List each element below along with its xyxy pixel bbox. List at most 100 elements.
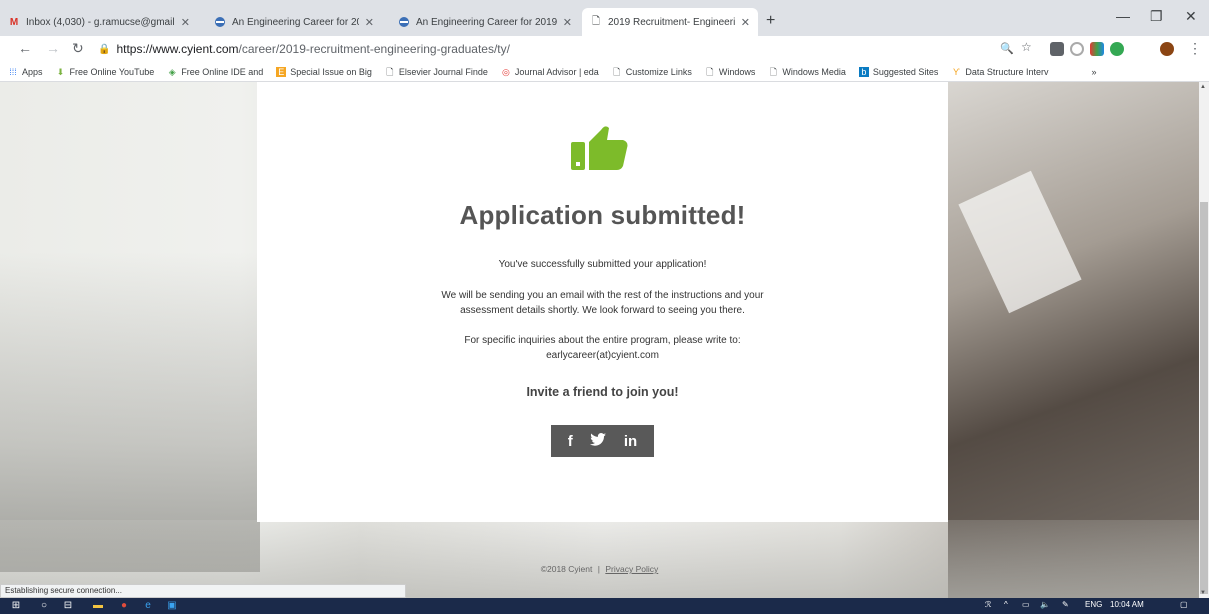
email-info-line-2: assessment details shortly. We look forw… [460,305,745,316]
page-icon: 🗋 [706,66,714,77]
close-tab-icon[interactable]: ✕ [181,16,190,29]
tab-title: Inbox (4,030) - g.ramucse@gmail [26,16,175,28]
bookmarks-bar: ⁞⁞⁞ Apps ⬇ Free Online YouTube ◈ Free Onlin… [0,62,1209,82]
extension-icon[interactable] [1050,42,1064,56]
page-icon: 🗋 [613,66,621,77]
menu-icon[interactable]: ⋮ [1188,40,1202,57]
task-view-icon[interactable]: ⊟ [62,600,74,612]
bookmarks-overflow-icon[interactable]: » [1091,67,1096,77]
extension-icon[interactable] [1070,42,1084,56]
extension-icon[interactable] [1090,42,1104,56]
tab-title: 2019 Recruitment- Engineering [608,16,735,28]
browser-toolbar: ← → ↻ 🔒 https://www.cyient.com/career/20… [0,36,1209,62]
vertical-scrollbar[interactable]: ▲ ▼ [1199,82,1209,600]
copyright-text: ©2018 Cyient [540,564,593,574]
invite-heading: Invite a friend to join you! [526,385,679,399]
tab-title: An Engineering Career for 2019 [232,16,359,28]
apps-grid-icon: ⁞⁞⁞ [9,66,17,77]
status-bubble: Establishing secure connection... [0,584,406,598]
bookmark-windows[interactable]: 🗋 Windows [705,66,755,77]
forward-icon[interactable]: → [46,40,60,56]
page-icon: 🗋 [386,66,394,77]
tab-title: An Engineering Career for 2019 [416,16,557,28]
tab-recruitment-active[interactable]: 🗋 2019 Recruitment- Engineering ✕ [582,8,758,36]
url-path: /career/2019-recruitment-engineering-gra… [238,42,510,56]
close-tab-icon[interactable]: ✕ [741,16,750,29]
search-icon[interactable]: ○ [38,600,50,612]
page-icon: 🗋 [591,15,601,27]
volume-icon[interactable]: 🔈 [1040,600,1050,609]
tab-engineering-career-2[interactable]: An Engineering Career for 2019 ✕ [390,8,580,36]
clock[interactable]: 10:04 AM [1110,600,1144,609]
pen-icon[interactable]: ✎ [1062,600,1069,609]
bookmark-youtube[interactable]: ⬇ Free Online YouTube [56,67,155,77]
bookmark-journal-advisor[interactable]: ◎ Journal Advisor | eda [501,67,599,77]
linkedin-icon[interactable]: in [624,433,637,450]
data-structure-icon: Ƴ [952,66,960,77]
download-icon: ⬇ [56,66,65,77]
file-explorer-icon[interactable]: ▬ [92,600,104,612]
minimize-icon[interactable]: — [1116,8,1130,24]
bookmark-apps[interactable]: ⁞⁞⁞ Apps [8,66,42,77]
thumbs-up-icon [571,126,628,170]
close-tab-icon[interactable]: ✕ [365,16,374,29]
page-icon: 🗋 [769,66,777,77]
contact-email: earlycareer(at)cyient.com [546,350,659,361]
windows-taskbar: ⊞ ○ ⊟ ▬ ● e ▣ ℛ ^ ▭ 🔈 ✎ ENG 10:04 AM ▢ [0,598,1209,614]
tab-gmail[interactable]: M Inbox (4,030) - g.ramucse@gmail ✕ [0,8,198,36]
page-title: Application submitted! [459,200,746,230]
bookmark-customize-links[interactable]: 🗋 Customize Links [612,67,692,77]
privacy-policy-link[interactable]: Privacy Policy [605,564,658,574]
journal-icon: ◎ [501,66,510,77]
people-icon[interactable]: ℛ [985,600,991,609]
tab-strip: M Inbox (4,030) - g.ramucse@gmail ✕ An E… [0,0,1209,36]
app-icon[interactable]: ▣ [166,600,178,612]
notifications-icon[interactable]: ▢ [1180,600,1188,609]
page-viewport: Application submitted! You've successful… [0,82,1199,600]
bookmark-elsevier[interactable]: 🗋 Elsevier Journal Finde [385,67,488,77]
cyient-icon [398,16,410,28]
chrome-icon[interactable]: ● [118,600,130,612]
new-tab-icon[interactable]: + [766,12,775,30]
success-message: You've successfully submitted your appli… [498,259,707,270]
windows-start-icon[interactable]: ⊞ [10,600,22,612]
close-window-icon[interactable]: ✕ [1185,8,1197,25]
cyient-icon [214,16,226,28]
maximize-icon[interactable]: ❐ [1150,8,1163,25]
bookmark-suggested-sites[interactable]: b Suggested Sites [858,66,938,77]
scrollbar-thumb[interactable] [1200,202,1208,594]
grammarly-icon[interactable] [1110,42,1124,56]
address-bar[interactable]: 🔒 https://www.cyient.com/career/2019-rec… [98,39,1098,59]
twitter-icon[interactable] [590,432,607,450]
bookmark-star-icon[interactable]: ☆ [1021,40,1032,54]
bing-icon: b [858,66,869,77]
tray-chevron-icon[interactable]: ^ [1004,600,1008,609]
gmail-icon: M [9,16,19,28]
bookmark-ide[interactable]: ◈ Free Online IDE and [167,66,264,77]
social-share-bar: f in [551,425,654,457]
bookmark-special-issue[interactable]: E Special Issue on Big [276,66,372,77]
email-info-line-1: We will be sending you an email with the… [441,290,764,301]
avatar[interactable] [1160,42,1174,56]
close-tab-icon[interactable]: ✕ [563,16,572,29]
scroll-down-icon[interactable]: ▼ [1200,590,1206,596]
ide-icon: ◈ [168,66,176,77]
network-icon[interactable]: ▭ [1022,600,1030,609]
special-issue-icon: E [276,66,287,77]
language-indicator[interactable]: ENG [1085,600,1102,609]
zoom-icon[interactable]: 🔍 [1000,42,1014,55]
footer-separator: | [597,564,600,574]
bookmark-windows-media[interactable]: 🗋 Windows Media [768,67,846,77]
reload-icon[interactable]: ↻ [72,40,84,57]
tab-engineering-career-1[interactable]: An Engineering Career for 2019 ✕ [206,8,382,36]
bookmark-data-structure[interactable]: Ƴ Data Structure Interv [951,66,1049,77]
scroll-up-icon[interactable]: ▲ [1200,84,1206,90]
inquiries-info: For specific inquiries about the entire … [464,335,741,346]
back-icon[interactable]: ← [18,40,32,56]
confirmation-card: Application submitted! You've successful… [257,82,948,522]
facebook-icon[interactable]: f [568,433,573,450]
edge-icon[interactable]: e [142,600,154,612]
url-host: https://www.cyient.com [116,42,239,56]
lock-icon: 🔒 [98,43,111,55]
page-footer: ©2018 Cyient | Privacy Policy [0,564,1199,574]
